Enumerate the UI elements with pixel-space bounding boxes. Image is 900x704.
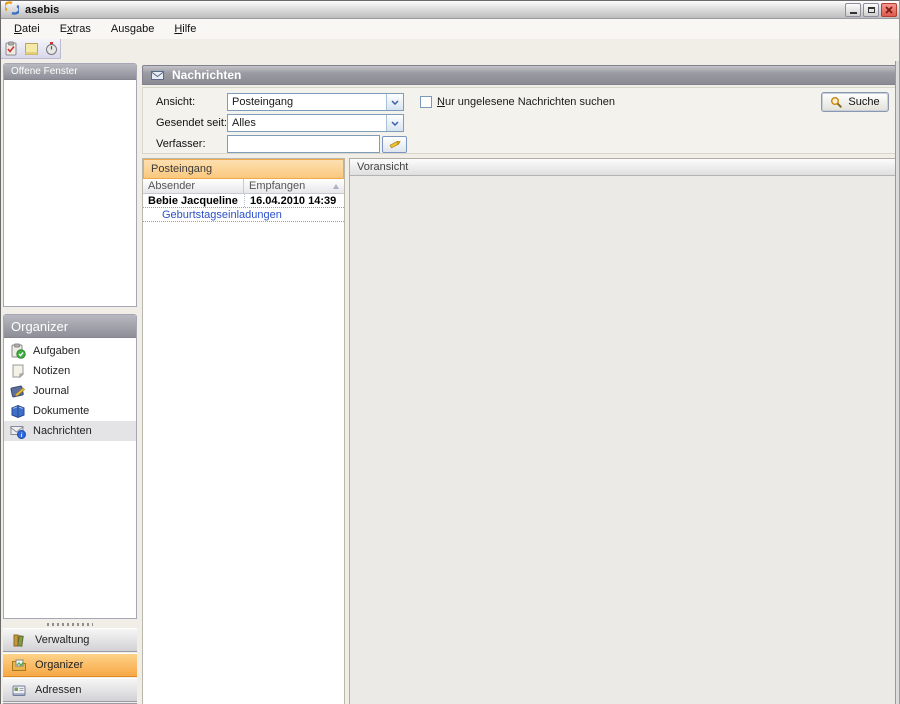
inbox-list-panel: Posteingang Absender Empfangen Bebie Jac…: [142, 158, 345, 704]
task-edit-tool-button[interactable]: [3, 40, 20, 57]
close-icon: [885, 6, 893, 14]
column-header-empfangen[interactable]: Empfangen: [244, 179, 344, 193]
window-title: asebis: [25, 3, 60, 16]
page-title: Nachrichten: [172, 68, 242, 82]
suche-button[interactable]: Suche: [821, 92, 889, 112]
addresses-icon: [12, 685, 26, 696]
window-controls: [845, 3, 897, 17]
gesendet-label: Gesendet seit:: [156, 117, 227, 129]
organizer-panel: Organizer Aufgaben Notizen Journal Dokum…: [3, 314, 137, 619]
message-received: 16.04.2010 14:39: [244, 194, 344, 207]
note-icon: [25, 43, 38, 55]
sidebar-item-journal[interactable]: Journal: [4, 381, 136, 401]
menu-extras[interactable]: Extras: [51, 21, 100, 37]
grip-dots-icon: [47, 622, 93, 626]
nav-verwaltung[interactable]: Verwaltung: [3, 628, 137, 652]
column-header-absender[interactable]: Absender: [143, 179, 244, 193]
unread-only-checkbox[interactable]: [420, 96, 432, 108]
message-row[interactable]: Bebie Jacqueline 16.04.2010 14:39: [143, 194, 344, 208]
messages-header-icon: [151, 70, 164, 80]
message-sender: Bebie Jacqueline: [148, 194, 238, 207]
app-logo-icon: [3, 1, 21, 18]
sidebar-splitter[interactable]: [3, 621, 137, 627]
menu-bar: Datei Extras Ausgabe Hilfe: [1, 19, 899, 39]
stopwatch-tool-button[interactable]: [43, 40, 60, 57]
verfasser-edit-button[interactable]: [382, 135, 407, 153]
minimize-icon: [849, 12, 857, 14]
search-form: Ansicht: Posteingang Nur ungelesene Nach…: [142, 87, 896, 154]
sidebar-item-dokumente[interactable]: Dokumente: [4, 401, 136, 421]
documents-icon: [11, 404, 25, 419]
toolbar: [1, 39, 899, 59]
chevron-down-icon[interactable]: [386, 94, 403, 110]
tasks-icon: [11, 343, 26, 359]
sidebar-item-notizen[interactable]: Notizen: [4, 361, 136, 381]
notes-icon: [12, 364, 25, 379]
nav-adressen[interactable]: Adressen: [3, 678, 137, 702]
unread-only-label: Nur ungelesene Nachrichten suchen: [437, 96, 615, 108]
open-windows-header: Offene Fenster: [4, 64, 136, 80]
message-subject-link[interactable]: Geburtstagseinladungen: [162, 209, 282, 221]
journal-icon: [10, 385, 26, 398]
open-windows-list[interactable]: [4, 80, 136, 306]
restore-button[interactable]: [863, 3, 879, 17]
gesendet-select[interactable]: Alles: [227, 114, 404, 132]
message-subject-row[interactable]: Geburtstagseinladungen: [143, 208, 344, 222]
organizer-item-list: Aufgaben Notizen Journal Dokumente i Nac…: [4, 338, 136, 618]
administration-icon: [13, 634, 24, 647]
toolbar-strip: [1, 39, 61, 59]
note-tool-button[interactable]: [23, 40, 40, 57]
ansicht-label: Ansicht:: [156, 96, 196, 108]
ansicht-select[interactable]: Posteingang: [227, 93, 404, 111]
app-window: asebis Datei Extras Ausgabe Hilfe Offene…: [0, 0, 900, 704]
sidebar-item-nachrichten[interactable]: i Nachrichten: [4, 421, 136, 441]
title-bar[interactable]: asebis: [1, 1, 899, 19]
menu-hilfe[interactable]: Hilfe: [165, 21, 205, 37]
sort-ascending-icon: [333, 184, 339, 189]
open-windows-panel: Offene Fenster: [3, 63, 137, 307]
close-button[interactable]: [881, 3, 897, 17]
page-title-bar: Nachrichten: [142, 65, 896, 85]
preview-panel: Voransicht: [349, 158, 896, 704]
restore-icon: [867, 7, 875, 13]
preview-body: [350, 176, 895, 704]
minimize-button[interactable]: [845, 3, 861, 17]
main-area: Nachrichten Ansicht: Posteingang Nur ung…: [142, 65, 896, 704]
stopwatch-icon: [46, 42, 57, 55]
preview-header: Voransicht: [350, 159, 895, 176]
sidebar-item-aufgaben[interactable]: Aufgaben: [4, 341, 136, 361]
organizer-icon: [12, 659, 26, 671]
organizer-panel-header: Organizer: [4, 315, 136, 338]
menu-datei[interactable]: Datei: [5, 21, 49, 37]
menu-ausgabe[interactable]: Ausgabe: [102, 21, 163, 37]
inbox-column-headers: Absender Empfangen: [143, 179, 344, 194]
sidebar: Offene Fenster Organizer Aufgaben Notize…: [3, 61, 137, 704]
verfasser-input[interactable]: [227, 135, 380, 153]
verfasser-label: Verfasser:: [156, 138, 206, 150]
pencil-icon: [389, 141, 401, 149]
search-icon: [831, 96, 843, 108]
chevron-down-icon[interactable]: [386, 115, 403, 131]
task-edit-icon: [5, 41, 17, 56]
messages-icon: i: [10, 426, 26, 439]
inbox-header: Posteingang: [143, 159, 344, 179]
window-right-edge: [895, 61, 899, 704]
unread-only-checkbox-group[interactable]: Nur ungelesene Nachrichten suchen: [420, 96, 615, 108]
nav-organizer[interactable]: Organizer: [3, 653, 137, 677]
